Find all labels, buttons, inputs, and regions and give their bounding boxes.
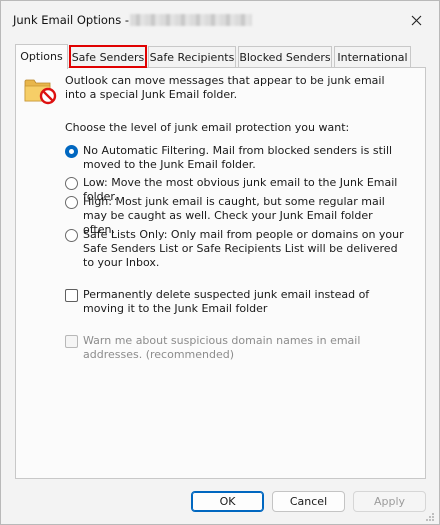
title-bar[interactable]: Junk Email Options - bbox=[1, 1, 439, 39]
resize-grip-icon[interactable] bbox=[425, 512, 435, 522]
tab-international[interactable]: International bbox=[334, 46, 411, 67]
checkbox-label: Warn me about suspicious domain names in… bbox=[83, 334, 361, 361]
intro-text: Outlook can move messages that appear to… bbox=[65, 74, 385, 101]
checkbox-permanently-delete[interactable]: Permanently delete suspected junk email … bbox=[65, 288, 413, 316]
tab-safe-recipients[interactable]: Safe Recipients bbox=[148, 46, 236, 67]
tab-strip: Options Safe Senders Safe Recipients Blo… bbox=[15, 44, 415, 69]
options-panel: Outlook can move messages that appear to… bbox=[15, 67, 426, 479]
checkbox-indicator[interactable] bbox=[65, 335, 78, 348]
radio-indicator[interactable] bbox=[65, 196, 78, 209]
radio-no-automatic-filtering[interactable]: No Automatic Filtering. Mail from blocke… bbox=[65, 144, 415, 172]
radio-label: No Automatic Filtering. Mail from blocke… bbox=[83, 144, 393, 171]
tab-options[interactable]: Options bbox=[15, 44, 68, 69]
apply-button[interactable]: Apply bbox=[353, 491, 426, 512]
checkbox-warn-suspicious-domains[interactable]: Warn me about suspicious domain names in… bbox=[65, 334, 405, 362]
window-title: Junk Email Options - bbox=[13, 13, 130, 27]
close-icon bbox=[411, 15, 421, 25]
tab-safe-senders[interactable]: Safe Senders bbox=[69, 45, 147, 68]
checkbox-label: Permanently delete suspected junk email … bbox=[83, 288, 370, 315]
junk-email-options-dialog: Junk Email Options - Options Safe Sender… bbox=[0, 0, 440, 525]
tab-blocked-senders[interactable]: Blocked Senders bbox=[238, 46, 332, 67]
radio-indicator[interactable] bbox=[65, 177, 78, 190]
radio-indicator[interactable] bbox=[65, 145, 78, 158]
radio-safe-lists-only[interactable]: Safe Lists Only: Only mail from people o… bbox=[65, 228, 410, 270]
cancel-button[interactable]: Cancel bbox=[272, 491, 345, 512]
close-button[interactable] bbox=[401, 9, 431, 31]
radio-indicator[interactable] bbox=[65, 229, 78, 242]
radio-label: Safe Lists Only: Only mail from people o… bbox=[83, 228, 404, 269]
redacted-account-name bbox=[130, 14, 252, 26]
checkbox-indicator[interactable] bbox=[65, 289, 78, 302]
ok-button[interactable]: OK bbox=[191, 491, 264, 512]
junk-folder-icon bbox=[24, 79, 57, 105]
protection-level-prompt: Choose the level of junk email protectio… bbox=[65, 121, 350, 134]
